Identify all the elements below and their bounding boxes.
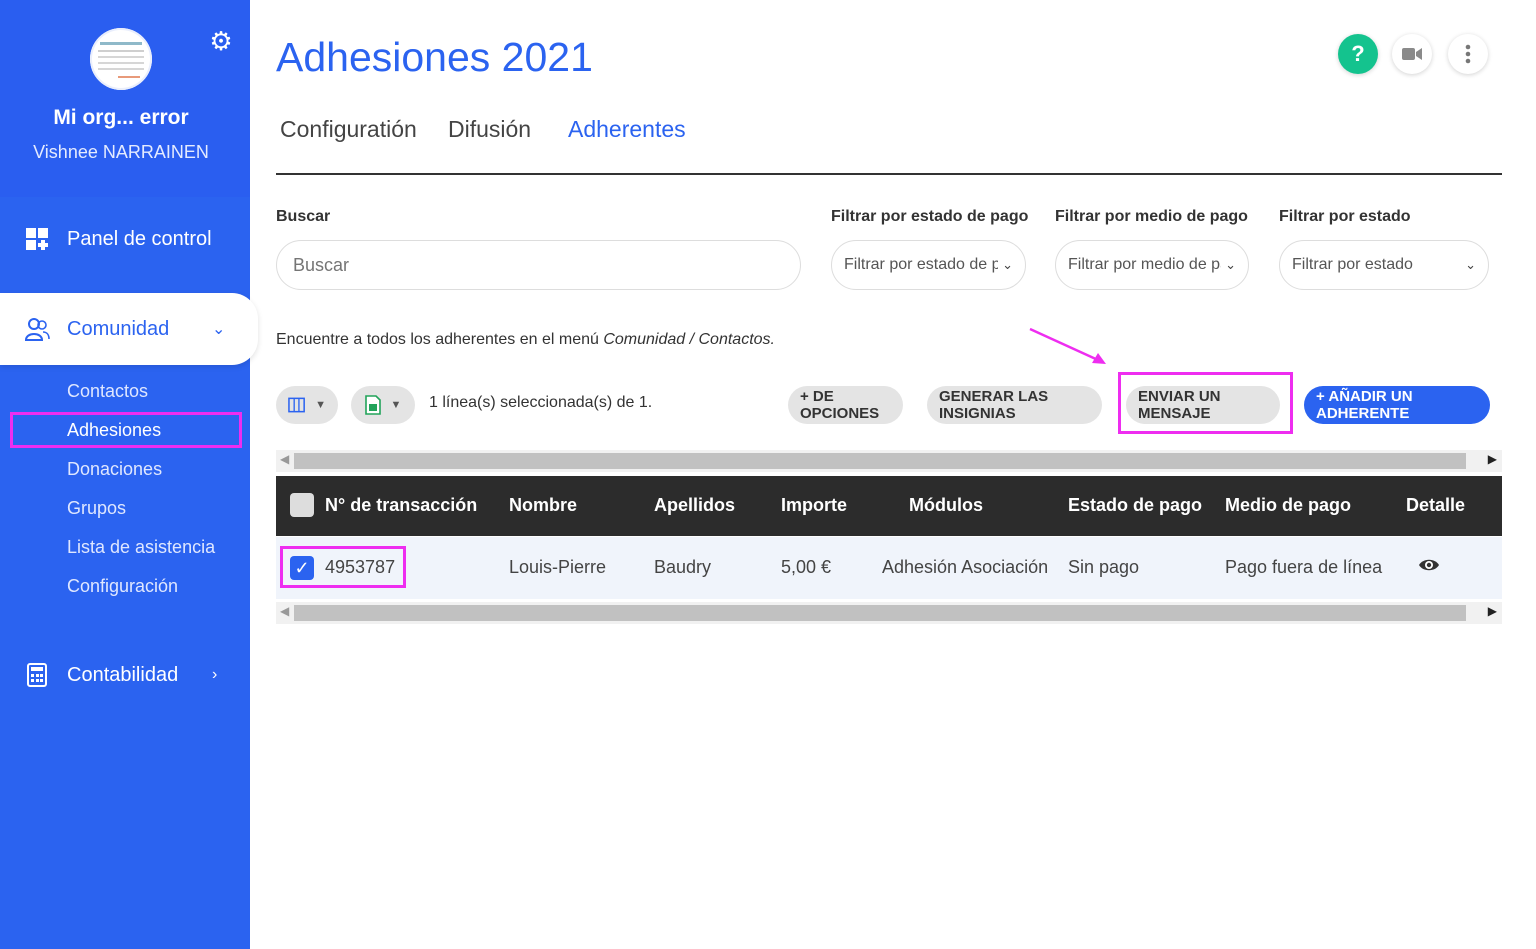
more-options-button[interactable]: + DE OPCIONES [788, 386, 903, 424]
payment-status-value: Filtrar por estado de pago [844, 256, 998, 273]
video-button[interactable] [1392, 34, 1432, 74]
scroll-thumb[interactable] [294, 453, 1466, 469]
table-row[interactable]: ✓ 4953787 Louis-Pierre Baudry 5,00 € Adh… [276, 537, 1502, 599]
scroll-right-icon[interactable]: ▶ [1488, 604, 1497, 618]
eye-icon[interactable] [1418, 557, 1440, 573]
chevron-down-icon: ⌄ [1002, 257, 1013, 272]
info-text: Encuentre a todos los adherentes en el m… [276, 331, 775, 349]
columns-toggle-button[interactable]: ▼ [276, 386, 338, 424]
status-label: Filtrar por estado [1279, 208, 1411, 225]
columns-icon [288, 397, 305, 413]
search-input[interactable] [276, 240, 801, 290]
scroll-thumb[interactable] [294, 605, 1466, 621]
sidebar-item-accounting[interactable]: Contabilidad › [0, 645, 250, 705]
column-header-modules[interactable]: Módulos [909, 495, 983, 516]
tabs-divider [276, 173, 1502, 175]
cell-payment-method: Pago fuera de línea [1225, 557, 1383, 577]
annotation-arrow-icon [1029, 327, 1106, 364]
search-label: Buscar [276, 208, 331, 225]
sidebar: ⚙ Mi org... error Vishnee NARRAINEN Pane… [0, 0, 258, 949]
sidebar-item-label: Panel de control [67, 227, 212, 250]
column-header-last-name[interactable]: Apellidos [654, 495, 735, 516]
sidebar-subitem-configuration[interactable]: Configuración [67, 576, 178, 597]
cell-first-name: Louis-Pierre [509, 557, 607, 577]
add-member-button[interactable]: + AÑADIR UN ADHERENTE [1304, 386, 1490, 424]
cell-amount: 5,00 € [781, 557, 832, 577]
sidebar-item-community[interactable]: Comunidad ⌄ [0, 293, 258, 365]
export-button[interactable]: ▼ [351, 386, 415, 424]
chevron-down-icon: ⌄ [212, 321, 226, 338]
payment-status-label: Filtrar por estado de pago [831, 208, 1029, 225]
more-menu-button[interactable] [1448, 34, 1488, 74]
scroll-left-icon[interactable]: ◀ [280, 452, 289, 466]
cell-last-name: Baudry [654, 557, 712, 577]
info-path: Comunidad / Contactos. [603, 331, 775, 348]
select-all-checkbox[interactable] [290, 493, 314, 517]
table-header: N° de transacción Nombre Apellidos Impor… [276, 476, 1502, 536]
user-name: Vishnee NARRAINEN [33, 142, 209, 162]
more-vertical-icon [1465, 44, 1471, 64]
highlight-box-memberships [10, 412, 242, 448]
chevron-down-icon: ⌄ [1465, 257, 1476, 272]
column-header-amount[interactable]: Importe [781, 495, 847, 516]
spreadsheet-icon [364, 395, 381, 415]
column-header-first-name[interactable]: Nombre [509, 495, 577, 516]
people-icon [24, 318, 50, 341]
cell-payment-status: Sin pago [1068, 557, 1140, 577]
sidebar-subitem-groups[interactable]: Grupos [67, 498, 126, 519]
sidebar-subitem-donations[interactable]: Donaciones [67, 459, 162, 480]
column-header-payment-method[interactable]: Medio de pago [1225, 495, 1351, 516]
help-button[interactable]: ? [1338, 34, 1378, 74]
org-name: Mi org... error [53, 106, 189, 129]
gear-icon[interactable]: ⚙ [208, 28, 234, 54]
sidebar-item-dashboard[interactable]: Panel de control [0, 209, 250, 269]
chevron-down-icon: ⌄ [1225, 257, 1236, 272]
org-avatar[interactable] [90, 28, 152, 90]
sidebar-subitem-attendance[interactable]: Lista de asistencia [67, 537, 215, 558]
selection-count: 1 línea(s) seleccionada(s) de 1. [429, 394, 653, 411]
tab-configuration[interactable]: Configuratión [280, 116, 417, 143]
payment-status-select[interactable]: Filtrar por estado de pago ⌄ [831, 240, 1026, 290]
scroll-left-icon[interactable]: ◀ [280, 604, 289, 618]
caret-down-icon: ▼ [390, 399, 402, 411]
sidebar-subitem-contacts[interactable]: Contactos [67, 381, 148, 402]
tab-diffusion[interactable]: Difusión [448, 116, 531, 143]
column-header-transaction[interactable]: N° de transacción [325, 495, 477, 516]
video-camera-icon [1402, 48, 1422, 60]
page-title: Adhesiones 2021 [276, 34, 593, 80]
sidebar-item-label: Contabilidad [67, 663, 179, 686]
caret-down-icon: ▼ [315, 399, 326, 411]
horizontal-scrollbar-top[interactable]: ◀ ▶ [276, 450, 1502, 472]
generate-badges-button[interactable]: GENERAR LAS INSIGNIAS [927, 386, 1102, 424]
highlight-box-send-message [1118, 372, 1293, 434]
horizontal-scrollbar-bottom[interactable]: ◀ ▶ [276, 602, 1502, 624]
chevron-right-icon: › [212, 666, 218, 683]
payment-method-select[interactable]: Filtrar por medio de pago ⌄ [1055, 240, 1249, 290]
status-value: Filtrar por estado [1292, 256, 1413, 273]
column-header-payment-status[interactable]: Estado de pago [1068, 495, 1202, 516]
payment-method-label: Filtrar por medio de pago [1055, 208, 1248, 225]
calculator-icon [27, 663, 47, 687]
cell-modules: Adhesión Asociación [882, 557, 1049, 577]
dashboard-icon [26, 228, 48, 250]
status-select[interactable]: Filtrar por estado ⌄ [1279, 240, 1489, 290]
highlight-box-row [280, 546, 406, 588]
info-prefix: Encuentre a todos los adherentes en el m… [276, 331, 604, 348]
tab-members[interactable]: Adherentes [568, 116, 686, 143]
column-header-detail: Detalle [1406, 495, 1466, 515]
sidebar-header: ⚙ Mi org... error Vishnee NARRAINEN [0, 0, 250, 197]
payment-method-value: Filtrar por medio de pago [1068, 256, 1221, 273]
sidebar-item-label: Comunidad [67, 317, 170, 340]
scroll-right-icon[interactable]: ▶ [1488, 452, 1497, 466]
